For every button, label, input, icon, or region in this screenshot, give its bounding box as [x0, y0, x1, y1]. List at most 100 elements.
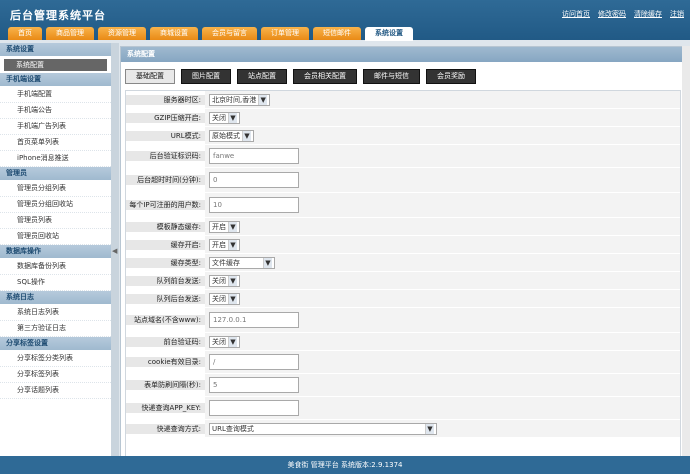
form-row: 快递查询方式: URL查询模式 ▼ [126, 420, 680, 438]
tab-products[interactable]: 商品管理 [46, 27, 94, 40]
form-row: 模板静态缓存: 开启 ▼ [126, 218, 680, 236]
field-label: 队列前台发送: [126, 275, 205, 286]
chevron-down-icon: ▼ [425, 423, 434, 434]
top-links: 访问首页 修改密码 清除缓存 注销 [562, 9, 684, 19]
link-change-password[interactable]: 修改密码 [598, 9, 626, 19]
subtab-basic[interactable]: 基础配置 [125, 69, 175, 84]
sidebar-item-home-menu[interactable]: 首页菜单列表 [0, 135, 111, 151]
field-label: 队列后台发送: [126, 293, 205, 304]
sidebar-item-system-logs[interactable]: 系统日志列表 [0, 305, 111, 321]
sidebar-item-share-tags[interactable]: 分享标签列表 [0, 367, 111, 383]
sidebar-section-database[interactable]: 数据库操作 [0, 245, 111, 259]
tab-mall-settings[interactable]: 商城设置 [150, 27, 198, 40]
form-row: 前台验证码: 关闭 ▼ [126, 333, 680, 351]
chevron-down-icon: ▼ [228, 293, 237, 304]
form-row: cookie有效目录: / [126, 351, 680, 374]
form-row: 队列前台发送: 关闭 ▼ [126, 272, 680, 290]
tab-home[interactable]: 首页 [8, 27, 42, 40]
link-clear-cache[interactable]: 清除缓存 [634, 9, 662, 19]
field-label: 后台验证标识码: [126, 151, 205, 161]
express-mode-select[interactable]: URL查询模式 ▼ [209, 422, 437, 435]
sidebar-section-logs[interactable]: 系统日志 [0, 291, 111, 305]
field-label: 前台验证码: [126, 336, 205, 347]
sidebar-section-system[interactable]: 系统设置 [0, 43, 111, 57]
sidebar-item-admin-groups-bin[interactable]: 管理员分组回收站 [0, 197, 111, 213]
admin-auth-code-input[interactable]: fanwe [209, 148, 299, 164]
form-row: 缓存开启: 开启 ▼ [126, 236, 680, 254]
cache-type-select[interactable]: 文件缓存 ▼ [209, 256, 275, 269]
form-row: URL模式: 原始模式 ▼ [126, 127, 680, 145]
scrollbar[interactable] [682, 46, 690, 456]
users-per-ip-input[interactable]: 10 [209, 197, 299, 213]
sidebar-item-admin-bin[interactable]: 管理员回收站 [0, 229, 111, 245]
form-row: 每个IP可注册的用户数: 10 [126, 193, 680, 218]
sidebar-section-admin[interactable]: 管理员 [0, 167, 111, 181]
app-title: 后台管理系统平台 [10, 9, 106, 22]
field-label: 模板静态缓存: [126, 221, 205, 232]
sidebar-item-share-topics[interactable]: 分享话题列表 [0, 383, 111, 399]
tab-system-settings[interactable]: 系统设置 [365, 27, 413, 41]
form-row: 快递查询APP_KEY: [126, 397, 680, 420]
link-logout[interactable]: 注销 [670, 9, 684, 19]
front-queue-select[interactable]: 关闭 ▼ [209, 274, 240, 287]
sidebar-item-admin-list[interactable]: 管理员列表 [0, 213, 111, 229]
sidebar-item-third-party-logs[interactable]: 第三方验证日志 [0, 321, 111, 337]
front-captcha-select[interactable]: 关闭 ▼ [209, 335, 240, 348]
sidebar-item-system-config[interactable]: 系统配置 [4, 59, 107, 71]
main-panel: 系统配置 基础配置 图片配置 站点配置 会员相关配置 邮件与短信 会员奖励 服务… [120, 46, 684, 458]
sidebar-item-share-tag-categories[interactable]: 分享标签分类列表 [0, 351, 111, 367]
sidebar-item-mobile-notice[interactable]: 手机端公告 [0, 103, 111, 119]
sidebar-item-sql[interactable]: SQL操作 [0, 275, 111, 291]
subtab-member[interactable]: 会员相关配置 [293, 69, 357, 84]
form-row: 后台验证标识码: fanwe [126, 145, 680, 168]
admin-timeout-input[interactable]: 0 [209, 172, 299, 188]
field-label: 后台超时时间(分钟): [126, 175, 205, 185]
collapse-arrow-icon: ◀ [112, 247, 118, 255]
tab-sms-mail[interactable]: 短信邮件 [313, 27, 361, 40]
subtab-image[interactable]: 图片配置 [181, 69, 231, 84]
cookie-path-input[interactable]: / [209, 354, 299, 370]
tab-members-messages[interactable]: 会员与留言 [202, 27, 257, 40]
sidebar-section-share-tags[interactable]: 分享标签设置 [0, 337, 111, 351]
subtab-site[interactable]: 站点配置 [237, 69, 287, 84]
sidebar-item-iphone-push[interactable]: iPhone消息推送 [0, 151, 111, 167]
top-bar: 后台管理系统平台 访问首页 修改密码 清除缓存 注销 首页 商品管理 资源管理 … [0, 0, 690, 41]
timezone-select[interactable]: 北京时间,香港 ▼ [209, 93, 271, 106]
subtab-mail-sms[interactable]: 邮件与短信 [363, 69, 420, 84]
config-subtabs: 基础配置 图片配置 站点配置 会员相关配置 邮件与短信 会员奖励 [121, 62, 683, 89]
main-nav-tabs: 首页 商品管理 资源管理 商城设置 会员与留言 订单管理 短信邮件 系统设置 [8, 27, 413, 41]
subtab-member-reward[interactable]: 会员奖励 [426, 69, 476, 84]
chevron-down-icon: ▼ [228, 275, 237, 286]
sidebar-toggle[interactable]: ◀ [111, 43, 119, 456]
cache-enabled-select[interactable]: 开启 ▼ [209, 238, 240, 251]
form-row: 缓存类型: 文件缓存 ▼ [126, 254, 680, 272]
sidebar-item-db-backups[interactable]: 数据库备份列表 [0, 259, 111, 275]
link-home[interactable]: 访问首页 [562, 9, 590, 19]
field-label: 每个IP可注册的用户数: [126, 200, 205, 210]
field-label: URL模式: [126, 130, 205, 141]
config-form: 服务器时区: 北京时间,香港 ▼ GZIP压缩开启: 关闭 ▼ URL模式: 原始模式 ▼ … [125, 90, 681, 457]
site-domain-input[interactable]: 127.0.0.1 [209, 312, 299, 328]
template-cache-select[interactable]: 开启 ▼ [209, 220, 240, 233]
sidebar-item-mobile-config[interactable]: 手机端配置 [0, 87, 111, 103]
tab-orders[interactable]: 订单管理 [261, 27, 309, 40]
chevron-down-icon: ▼ [263, 257, 272, 268]
sidebar-section-mobile[interactable]: 手机端设置 [0, 73, 111, 87]
field-label: GZIP压缩开启: [126, 112, 205, 123]
sidebar-item-admin-groups[interactable]: 管理员分组列表 [0, 181, 111, 197]
chevron-down-icon: ▼ [228, 112, 237, 123]
form-row: 站点域名(不含www): 127.0.0.1 [126, 308, 680, 333]
url-mode-select[interactable]: 原始模式 ▼ [209, 129, 254, 142]
sidebar-item-mobile-ads[interactable]: 手机端广告列表 [0, 119, 111, 135]
back-queue-select[interactable]: 关闭 ▼ [209, 292, 240, 305]
tab-resources[interactable]: 资源管理 [98, 27, 146, 40]
field-label: 表单防刷间隔(秒): [126, 380, 205, 390]
gzip-select[interactable]: 关闭 ▼ [209, 111, 240, 124]
chevron-down-icon: ▼ [258, 94, 268, 105]
form-row: GZIP压缩开启: 关闭 ▼ [126, 109, 680, 127]
form-row: 表单防刷间隔(秒): 5 [126, 374, 680, 397]
form-interval-input[interactable]: 5 [209, 377, 299, 393]
express-app-key-input[interactable] [209, 400, 299, 416]
field-label: 站点域名(不含www): [126, 315, 205, 325]
page-title: 系统配置 [121, 47, 683, 62]
